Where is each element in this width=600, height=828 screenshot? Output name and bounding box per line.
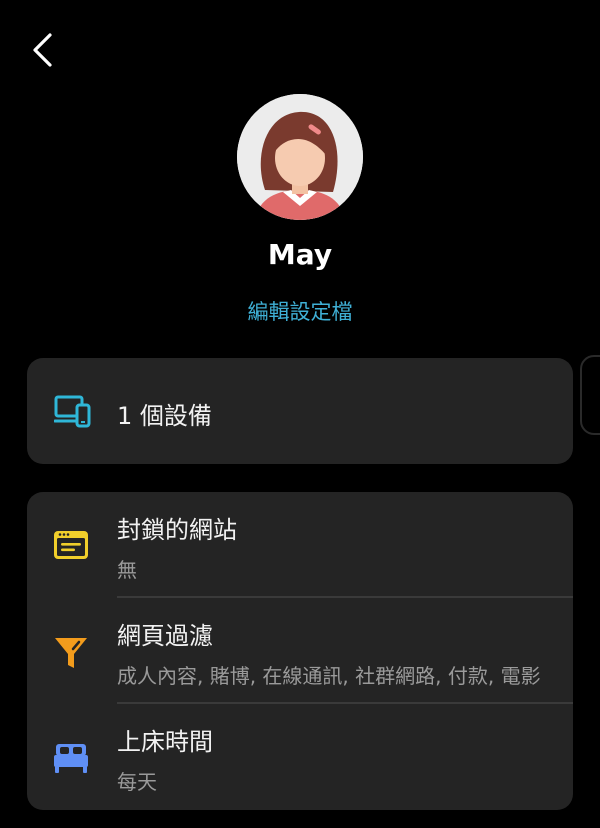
setting-title-blocked-sites: 封鎖的網站 xyxy=(117,516,237,544)
devices-count-label: 1 個設備 xyxy=(117,402,212,430)
back-button[interactable] xyxy=(22,30,62,70)
setting-row-web-filter[interactable]: 網頁過濾 成人內容, 賭博, 在線通訊, 社群網路, 付款, 電影 xyxy=(27,598,573,704)
setting-subtitle-web-filter: 成人內容, 賭博, 在線通訊, 社群網路, 付款, 電影 xyxy=(117,664,541,688)
devices-icon xyxy=(53,391,93,431)
filter-icon xyxy=(51,633,91,673)
chevron-left-icon xyxy=(33,33,52,67)
bed-icon xyxy=(51,738,91,778)
setting-row-bedtime[interactable]: 上床時間 每天 xyxy=(27,704,573,810)
browser-window-icon xyxy=(51,525,91,565)
setting-title-bedtime: 上床時間 xyxy=(117,728,213,756)
side-panel-edge xyxy=(580,355,600,435)
setting-row-blocked-sites[interactable]: 封鎖的網站 無 xyxy=(27,492,573,598)
profile-name: May xyxy=(267,238,333,271)
setting-subtitle-blocked-sites: 無 xyxy=(117,558,137,582)
edit-profile-link[interactable]: 編輯設定檔 xyxy=(0,296,600,326)
avatar xyxy=(237,94,363,220)
settings-card: 封鎖的網站 無 網頁過濾 成人內容, 賭博, 在線通訊, 社群網路, 付款, 電… xyxy=(27,492,573,810)
setting-subtitle-bedtime: 每天 xyxy=(117,770,157,794)
setting-title-web-filter: 網頁過濾 xyxy=(117,622,213,650)
girl-avatar-icon xyxy=(237,94,363,220)
devices-card[interactable]: 1 個設備 xyxy=(27,358,573,464)
